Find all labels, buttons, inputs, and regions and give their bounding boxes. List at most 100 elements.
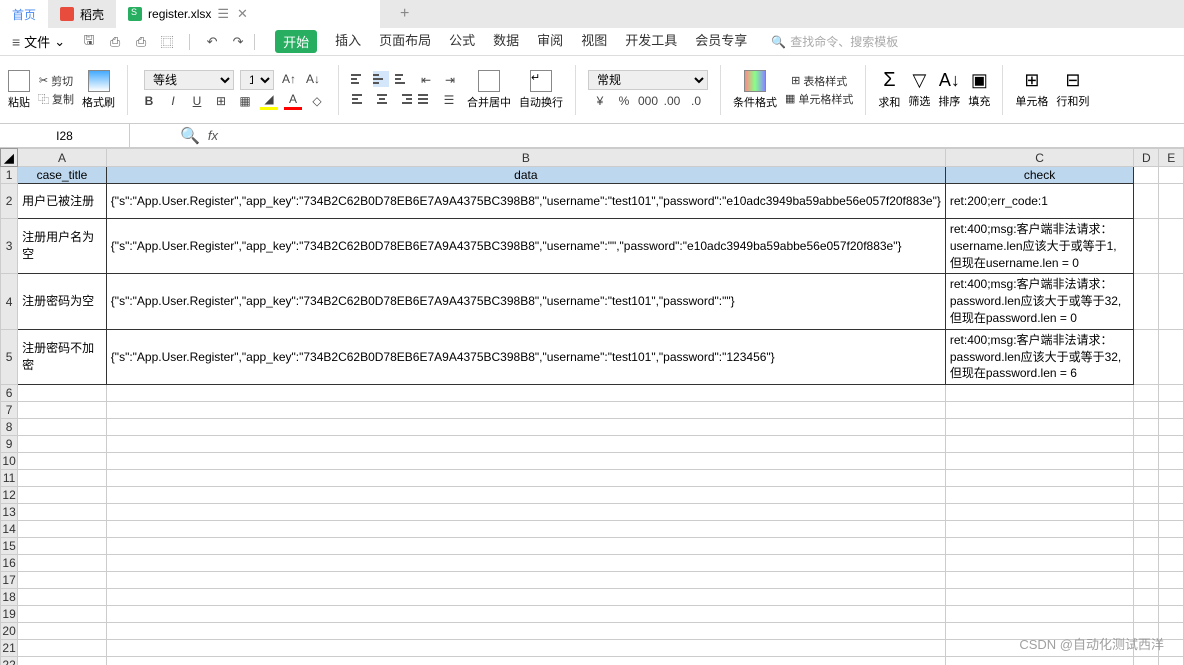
cell[interactable]	[106, 419, 945, 436]
cell[interactable]	[18, 538, 107, 555]
select-all-corner[interactable]: ◢	[1, 149, 18, 167]
cell[interactable]	[945, 521, 1133, 538]
cell[interactable]	[1134, 184, 1159, 219]
cell[interactable]	[1159, 385, 1184, 402]
currency-button[interactable]: ¥	[591, 92, 609, 110]
cell[interactable]: 注册用户名为空	[18, 219, 107, 274]
underline-button[interactable]: U	[188, 92, 206, 110]
tab-insert[interactable]: 插入	[335, 30, 361, 53]
row-header[interactable]: 22	[1, 657, 18, 665]
row-header[interactable]: 21	[1, 640, 18, 657]
cell[interactable]	[945, 555, 1133, 572]
copy-button[interactable]: ⿻ 复制	[38, 91, 74, 107]
sort-button[interactable]: A↓排序	[938, 70, 960, 109]
print-prev-icon[interactable]: ⎙	[107, 34, 123, 50]
cell[interactable]: ret:400;msg:客户端非法请求： password.len应该大于或等于…	[945, 329, 1133, 384]
cell[interactable]	[1134, 470, 1159, 487]
cell[interactable]	[1134, 504, 1159, 521]
cell[interactable]: {"s":"App.User.Register","app_key":"734B…	[106, 274, 945, 329]
cell[interactable]	[18, 640, 107, 657]
tab-home[interactable]: 首页	[0, 0, 48, 28]
align-middle-button[interactable]	[373, 71, 389, 87]
cell[interactable]	[1134, 274, 1159, 329]
cell[interactable]	[945, 419, 1133, 436]
cell[interactable]	[1134, 402, 1159, 419]
row-header[interactable]: 8	[1, 419, 18, 436]
cut-button[interactable]: ✂ 剪切	[39, 73, 73, 89]
row-header[interactable]: 3	[1, 219, 18, 274]
cell[interactable]	[18, 504, 107, 521]
cell[interactable]: {"s":"App.User.Register","app_key":"734B…	[106, 184, 945, 219]
row-header[interactable]: 20	[1, 623, 18, 640]
fill-button[interactable]: ▣填充	[968, 70, 990, 109]
align-bottom-button[interactable]	[395, 71, 411, 87]
row-header[interactable]: 18	[1, 589, 18, 606]
cell[interactable]	[1159, 487, 1184, 504]
undo-icon[interactable]: ↶	[204, 34, 220, 50]
tab-data[interactable]: 数据	[493, 30, 519, 53]
table-style-button[interactable]: ⊞ 表格样式	[791, 73, 847, 89]
align-top-button[interactable]	[351, 71, 367, 87]
cell[interactable]	[18, 419, 107, 436]
tab-review[interactable]: 审阅	[537, 30, 563, 53]
cell[interactable]	[106, 589, 945, 606]
row-header[interactable]: 15	[1, 538, 18, 555]
filter-button[interactable]: ▽筛选	[908, 70, 930, 109]
cell[interactable]: {"s":"App.User.Register","app_key":"734B…	[106, 219, 945, 274]
row-header[interactable]: 12	[1, 487, 18, 504]
cell[interactable]	[18, 589, 107, 606]
tab-layout[interactable]: 页面布局	[379, 30, 431, 53]
cell[interactable]	[1159, 555, 1184, 572]
cell[interactable]	[945, 538, 1133, 555]
cell[interactable]	[1134, 167, 1159, 184]
decrease-decimal-button[interactable]: .0	[687, 92, 705, 110]
align-left-button[interactable]	[352, 91, 368, 107]
row-header[interactable]: 7	[1, 402, 18, 419]
row-header[interactable]: 1	[1, 167, 18, 184]
cell[interactable]	[1159, 606, 1184, 623]
row-header[interactable]: 16	[1, 555, 18, 572]
cell[interactable]: {"s":"App.User.Register","app_key":"734B…	[106, 329, 945, 384]
cell[interactable]	[945, 385, 1133, 402]
cell[interactable]: 注册密码不加密	[18, 329, 107, 384]
cell[interactable]: check	[945, 167, 1133, 184]
row-header[interactable]: 17	[1, 572, 18, 589]
cell[interactable]: data	[106, 167, 945, 184]
number-format-select[interactable]: 常规	[588, 70, 708, 90]
cell[interactable]	[1134, 589, 1159, 606]
cell[interactable]	[1134, 657, 1159, 665]
fill-color-button[interactable]: ◢	[260, 92, 278, 110]
cell[interactable]: 注册密码为空	[18, 274, 107, 329]
cell[interactable]	[18, 555, 107, 572]
search-icon[interactable]: 🔍	[180, 126, 200, 146]
cell[interactable]	[1159, 402, 1184, 419]
clear-format-button[interactable]: ◇	[308, 92, 326, 110]
cell[interactable]	[1134, 453, 1159, 470]
cell[interactable]	[1134, 385, 1159, 402]
cell[interactable]	[18, 572, 107, 589]
cell-button[interactable]: ⊞单元格	[1015, 70, 1048, 109]
cell[interactable]	[945, 657, 1133, 665]
spreadsheet-grid[interactable]: ◢ A B C D E 1 case_title data check 2用户已…	[0, 148, 1184, 665]
indent-left-button[interactable]: ⇤	[417, 71, 435, 89]
cell[interactable]	[106, 453, 945, 470]
cell[interactable]: 用户已被注册	[18, 184, 107, 219]
cell[interactable]	[106, 640, 945, 657]
tab-view[interactable]: 视图	[581, 30, 607, 53]
cell[interactable]	[1134, 606, 1159, 623]
merge-center-button[interactable]: 合并居中	[467, 70, 511, 110]
font-size-select[interactable]: 11	[240, 70, 274, 90]
font-name-select[interactable]: 等线	[144, 70, 234, 90]
row-header[interactable]: 14	[1, 521, 18, 538]
italic-button[interactable]: I	[164, 92, 182, 110]
cell[interactable]	[106, 504, 945, 521]
percent-button[interactable]: %	[615, 92, 633, 110]
cell[interactable]	[106, 385, 945, 402]
cell[interactable]	[1134, 555, 1159, 572]
cell[interactable]	[1159, 521, 1184, 538]
row-header[interactable]: 19	[1, 606, 18, 623]
cell[interactable]	[106, 470, 945, 487]
tab-member[interactable]: 会员专享	[695, 30, 747, 53]
hamburger-icon[interactable]: ≡	[12, 34, 20, 50]
cell[interactable]	[106, 521, 945, 538]
